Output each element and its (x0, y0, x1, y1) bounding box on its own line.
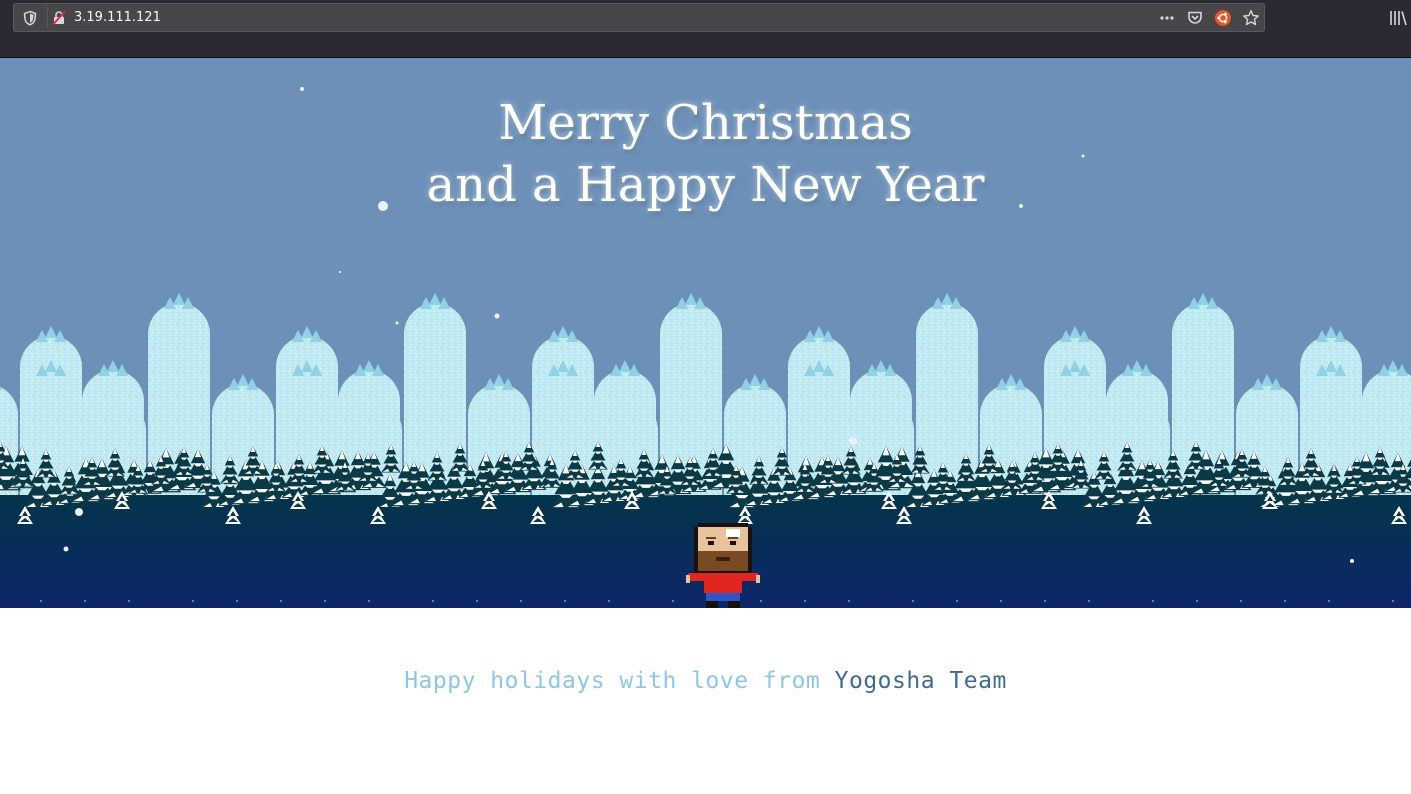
ubuntu-extension-icon[interactable] (1214, 9, 1232, 27)
insecure-lock-icon[interactable] (51, 10, 67, 26)
bearded-man-character (686, 523, 760, 608)
holiday-message: Happy holidays with love from Yogosha Te… (0, 668, 1411, 694)
greeting-line-1: Merry Christmas (498, 95, 913, 151)
star-icon[interactable] (1242, 9, 1260, 27)
urlbar-divider (47, 7, 48, 28)
browser-toolbar: 3.19.111.121 (0, 0, 1411, 58)
address-bar[interactable]: 3.19.111.121 (13, 3, 1265, 32)
greeting-line-2: and a Happy New Year (426, 157, 985, 213)
shield-icon[interactable] (22, 10, 38, 26)
winter-scene: Merry Christmas and a Happy New Year (0, 58, 1411, 608)
team-name: Yogosha Team (834, 668, 1007, 694)
greeting-title: Merry Christmas and a Happy New Year (0, 92, 1411, 216)
pocket-icon[interactable] (1186, 9, 1204, 27)
library-icon[interactable] (1388, 8, 1408, 28)
more-horizontal-icon[interactable] (1158, 9, 1176, 27)
url-text[interactable]: 3.19.111.121 (74, 9, 161, 27)
message-lead-text: Happy holidays with love from (404, 668, 835, 694)
